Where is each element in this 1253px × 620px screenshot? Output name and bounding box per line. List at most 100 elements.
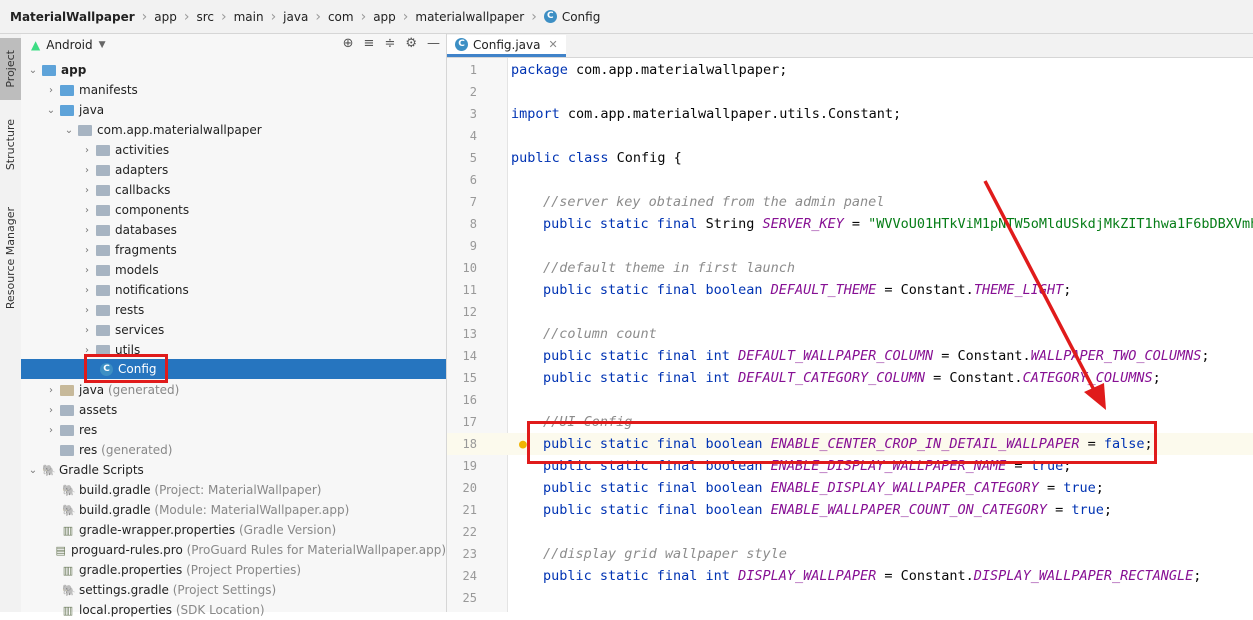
tree-item-settings-gradle[interactable]: 🐘 settings.gradle (Project Settings) bbox=[21, 580, 446, 600]
lightbulb-icon[interactable]: ● bbox=[519, 437, 527, 452]
code-line: 6 bbox=[469, 173, 477, 187]
package-icon bbox=[96, 164, 110, 176]
view-mode-select[interactable]: Android bbox=[46, 38, 92, 52]
tree-item-build-gradle-module[interactable]: 🐘 build.gradle (Module: MaterialWallpaper… bbox=[21, 500, 446, 520]
collapse-all-icon[interactable]: ≑ bbox=[384, 36, 395, 51]
tree-item-proguard-rules[interactable]: ▤ proguard-rules.pro (ProGuard Rules for … bbox=[21, 540, 446, 560]
tree-item-rests[interactable]: › rests bbox=[21, 300, 446, 320]
tree-item-gradle-scripts[interactable]: ⌄ 🐘 Gradle Scripts bbox=[21, 460, 446, 480]
tab-structure[interactable]: Structure bbox=[0, 112, 21, 178]
tree-item-callbacks[interactable]: › callbacks bbox=[21, 180, 446, 200]
breadcrumb-item-com[interactable]: com bbox=[328, 10, 354, 24]
code-line: 2 bbox=[469, 85, 477, 99]
chevron-right-icon[interactable]: › bbox=[81, 225, 93, 236]
class-icon: C bbox=[455, 38, 468, 51]
code-line: 5 public class Config { bbox=[469, 150, 682, 166]
chevron-down-icon[interactable]: ⌄ bbox=[27, 65, 39, 76]
code-line: 7//server key obtained from the admin pa… bbox=[469, 194, 885, 210]
chevron-right-icon[interactable]: › bbox=[81, 145, 93, 156]
chevron-right-icon: › bbox=[315, 8, 321, 25]
chevron-down-icon[interactable]: ⌄ bbox=[45, 105, 57, 116]
close-icon[interactable]: ✕ bbox=[548, 38, 557, 51]
breadcrumb-item-project[interactable]: MaterialWallpaper bbox=[10, 10, 135, 24]
breadcrumb-item-config[interactable]: C Config bbox=[543, 10, 600, 24]
chevron-down-icon[interactable]: ⌄ bbox=[63, 125, 75, 136]
tree-item-gradle-wrapper[interactable]: ▥ gradle-wrapper.properties (Gradle Versi… bbox=[21, 520, 446, 540]
package-icon bbox=[96, 144, 110, 156]
tree-item-adapters[interactable]: › adapters bbox=[21, 160, 446, 180]
tab-project[interactable]: Project bbox=[0, 38, 21, 100]
chevron-right-icon[interactable]: › bbox=[81, 325, 93, 336]
tree-item-components[interactable]: › components bbox=[21, 200, 446, 220]
tree-item-res[interactable]: › res bbox=[21, 420, 446, 440]
tab-config-java-label: Config.java bbox=[473, 37, 541, 52]
chevron-right-icon[interactable]: › bbox=[81, 245, 93, 256]
chevron-right-icon[interactable]: › bbox=[81, 185, 93, 196]
tree-item-manifests[interactable]: › manifests bbox=[21, 80, 446, 100]
assets-folder-icon bbox=[60, 404, 74, 416]
chevron-right-icon: › bbox=[183, 8, 190, 25]
tree-item-local-properties[interactable]: ▥ local.properties (SDK Location) bbox=[21, 600, 446, 620]
expand-all-icon[interactable]: ≡ bbox=[364, 36, 375, 51]
line-annotation-box bbox=[527, 421, 1157, 464]
chevron-right-icon[interactable]: › bbox=[81, 165, 93, 176]
tree-item-app[interactable]: ⌄ app bbox=[21, 60, 446, 80]
code-line: 12 bbox=[462, 305, 477, 319]
generated-folder-icon bbox=[60, 384, 74, 396]
chevron-down-icon[interactable]: ⌄ bbox=[27, 465, 39, 476]
chevron-right-icon[interactable]: › bbox=[81, 305, 93, 316]
tree-item-package[interactable]: ⌄ com.app.materialwallpaper bbox=[21, 120, 446, 140]
code-editor[interactable]: C Config.java ✕ 1 package com.app.materia… bbox=[447, 34, 1253, 612]
chevron-right-icon[interactable]: › bbox=[45, 405, 57, 416]
tab-resource-manager[interactable]: Resource Manager bbox=[0, 198, 21, 318]
package-icon bbox=[96, 264, 110, 276]
code-line: 3 import com.app.materialwallpaper.utils.… bbox=[469, 106, 902, 122]
breadcrumb-item-main[interactable]: main bbox=[234, 10, 264, 24]
tree-item-java-generated[interactable]: › java (generated) bbox=[21, 380, 446, 400]
locate-icon[interactable]: ⊕ bbox=[343, 36, 354, 51]
chevron-right-icon[interactable]: › bbox=[45, 425, 57, 436]
tree-item-res-generated[interactable]: res (generated) bbox=[21, 440, 446, 460]
tree-item-models[interactable]: › models bbox=[21, 260, 446, 280]
chevron-right-icon: › bbox=[531, 8, 537, 25]
properties-file-icon: ▥ bbox=[62, 523, 74, 537]
tree-item-assets[interactable]: › assets bbox=[21, 400, 446, 420]
tree-item-fragments[interactable]: › fragments bbox=[21, 240, 446, 260]
package-icon bbox=[96, 224, 110, 236]
package-icon bbox=[96, 204, 110, 216]
code-line: 4 bbox=[469, 129, 477, 143]
minimize-icon[interactable]: — bbox=[427, 36, 440, 51]
code-line: 20 public static final boolean ENABLE_DIS… bbox=[462, 480, 1104, 496]
chevron-right-icon[interactable]: › bbox=[45, 85, 57, 96]
tab-project-label: Project bbox=[4, 50, 17, 88]
android-icon: ▲ bbox=[31, 38, 41, 52]
gradle-icon: 🐘 bbox=[62, 583, 76, 597]
tree-item-activities[interactable]: › activities bbox=[21, 140, 446, 160]
tree-item-java[interactable]: ⌄ java bbox=[21, 100, 446, 120]
code-line: 21 public static final boolean ENABLE_WAL… bbox=[462, 502, 1112, 518]
chevron-right-icon[interactable]: › bbox=[81, 285, 93, 296]
code-line: 24 public static final int DISPLAY_WALLPA… bbox=[462, 568, 1202, 584]
resources-folder-icon bbox=[60, 444, 74, 456]
tree-item-build-gradle-project[interactable]: 🐘 build.gradle (Project: MaterialWallpape… bbox=[21, 480, 446, 500]
breadcrumb-item-app2[interactable]: app bbox=[373, 10, 396, 24]
tool-window-strip: Project Structure Resource Manager bbox=[0, 34, 22, 612]
tree-item-gradle-properties[interactable]: ▥ gradle.properties (Project Properties) bbox=[21, 560, 446, 580]
package-icon bbox=[96, 304, 110, 316]
tree-item-notifications[interactable]: › notifications bbox=[21, 280, 446, 300]
tab-config-java[interactable]: C Config.java ✕ bbox=[447, 35, 566, 57]
code-line: 8 public static final String SERVER_KEY =… bbox=[469, 216, 1253, 232]
chevron-right-icon[interactable]: › bbox=[45, 385, 57, 396]
chevron-right-icon[interactable]: › bbox=[81, 205, 93, 216]
code-line: 9 bbox=[469, 239, 477, 253]
chevron-right-icon[interactable]: › bbox=[81, 265, 93, 276]
tree-item-databases[interactable]: › databases bbox=[21, 220, 446, 240]
gear-icon[interactable]: ⚙ bbox=[405, 36, 417, 51]
breadcrumb-item-src[interactable]: src bbox=[196, 10, 214, 24]
breadcrumb-item-app[interactable]: app bbox=[154, 10, 177, 24]
chevron-down-icon[interactable]: ▼ bbox=[99, 40, 106, 50]
breadcrumb-item-materialwallpaper[interactable]: materialwallpaper bbox=[415, 10, 524, 24]
breadcrumb-item-java[interactable]: java bbox=[283, 10, 308, 24]
tree-item-services[interactable]: › services bbox=[21, 320, 446, 340]
code-line: 11 public static final boolean DEFAULT_TH… bbox=[462, 282, 1072, 298]
